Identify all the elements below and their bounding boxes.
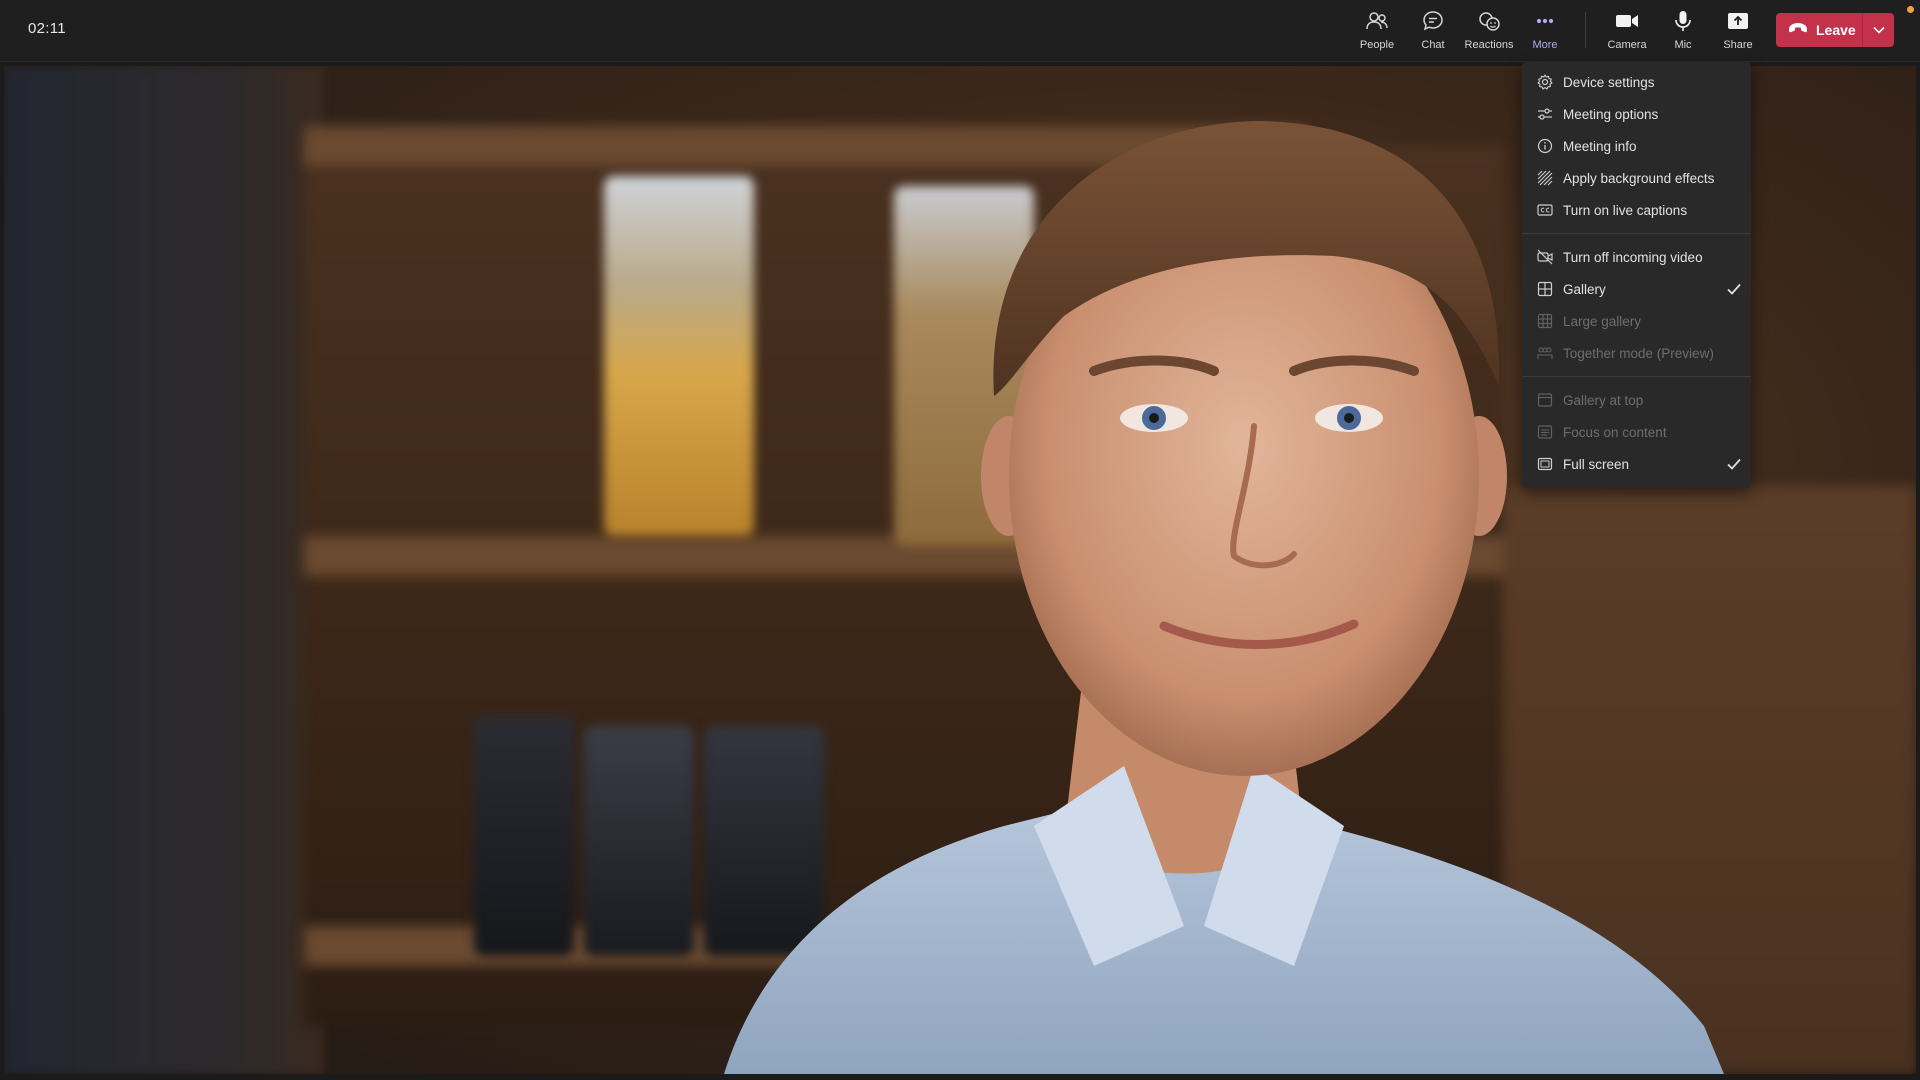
more-label: More [1532, 39, 1558, 51]
chat-icon [1420, 8, 1446, 34]
meeting-window: 02:11 People Chat Reactions More Camera … [0, 0, 1920, 1080]
large-gallery-icon [1536, 312, 1554, 330]
more-icon [1532, 8, 1558, 34]
people-icon [1364, 8, 1390, 34]
more-button[interactable]: More [1514, 8, 1576, 56]
menu-item-label: Full screen [1563, 456, 1630, 472]
together-mode-icon [1536, 344, 1554, 362]
share-icon [1725, 8, 1751, 34]
mic-label: Mic [1674, 39, 1692, 51]
menu-item-label: Apply background effects [1563, 170, 1715, 186]
leave-label: Leave [1816, 22, 1856, 38]
menu-item-label: Gallery [1563, 281, 1606, 297]
chat-label: Chat [1421, 39, 1445, 51]
menu-item-label: Focus on content [1563, 424, 1667, 440]
menu-item-label: Gallery at top [1563, 392, 1644, 408]
menu-divider [1522, 376, 1751, 377]
focus-content-icon [1536, 423, 1554, 441]
leave-button-group: Leave [1776, 13, 1894, 47]
menu-item-label: Meeting options [1563, 106, 1659, 122]
toolbar-divider [1585, 12, 1586, 48]
meeting-timer: 02:11 [28, 20, 66, 37]
menu-item-gallery-at-top: Gallery at top [1522, 384, 1751, 416]
checkmark-icon [1725, 455, 1743, 473]
menu-item-meeting-info[interactable]: Meeting info [1522, 130, 1751, 162]
menu-item-meeting-options[interactable]: Meeting options [1522, 98, 1751, 130]
camera-label: Camera [1607, 39, 1647, 51]
menu-item-gallery[interactable]: Gallery [1522, 273, 1751, 305]
captions-icon [1536, 201, 1554, 219]
menu-item-label: Together mode (Preview) [1563, 345, 1714, 361]
reactions-button[interactable]: Reactions [1458, 8, 1520, 56]
people-button[interactable]: People [1346, 8, 1408, 56]
info-icon [1536, 137, 1554, 155]
menu-item-background-effects[interactable]: Apply background effects [1522, 162, 1751, 194]
gallery-icon [1536, 280, 1554, 298]
menu-item-label: Turn off incoming video [1563, 249, 1703, 265]
fullscreen-icon [1536, 455, 1554, 473]
share-label: Share [1723, 39, 1753, 51]
more-menu: Device settings Meeting options Meeting … [1522, 62, 1751, 488]
menu-divider [1522, 233, 1751, 234]
leave-button[interactable]: Leave [1776, 13, 1862, 47]
phone-hangup-icon [1788, 21, 1808, 39]
background-effects-icon [1536, 169, 1554, 187]
menu-item-together-mode: Together mode (Preview) [1522, 337, 1751, 369]
menu-item-turn-off-incoming-video[interactable]: Turn off incoming video [1522, 241, 1751, 273]
notification-dot [1907, 6, 1914, 13]
menu-item-label: Turn on live captions [1563, 202, 1688, 218]
menu-item-full-screen[interactable]: Full screen [1522, 448, 1751, 480]
chevron-down-icon [1872, 21, 1885, 39]
camera-button[interactable]: Camera [1596, 8, 1658, 56]
people-label: People [1359, 39, 1395, 51]
menu-item-label: Device settings [1563, 74, 1655, 90]
menu-item-label: Large gallery [1563, 313, 1642, 329]
gear-icon [1536, 73, 1554, 91]
mic-icon [1670, 8, 1696, 34]
menu-item-large-gallery: Large gallery [1522, 305, 1751, 337]
menu-item-label: Meeting info [1563, 138, 1637, 154]
reactions-icon [1476, 8, 1502, 34]
checkmark-icon [1725, 280, 1743, 298]
reactions-label: Reactions [1464, 39, 1514, 51]
meeting-toolbar: 02:11 People Chat Reactions More Camera … [0, 0, 1920, 62]
share-button[interactable]: Share [1707, 8, 1769, 56]
camera-icon [1614, 8, 1640, 34]
gallery-top-icon [1536, 391, 1554, 409]
leave-options-button[interactable] [1863, 13, 1894, 47]
menu-item-live-captions[interactable]: Turn on live captions [1522, 194, 1751, 226]
menu-item-focus-on-content: Focus on content [1522, 416, 1751, 448]
sliders-icon [1536, 105, 1554, 123]
video-off-icon [1536, 248, 1554, 266]
chat-button[interactable]: Chat [1402, 8, 1464, 56]
mic-button[interactable]: Mic [1652, 8, 1714, 56]
menu-item-device-settings[interactable]: Device settings [1522, 66, 1751, 98]
